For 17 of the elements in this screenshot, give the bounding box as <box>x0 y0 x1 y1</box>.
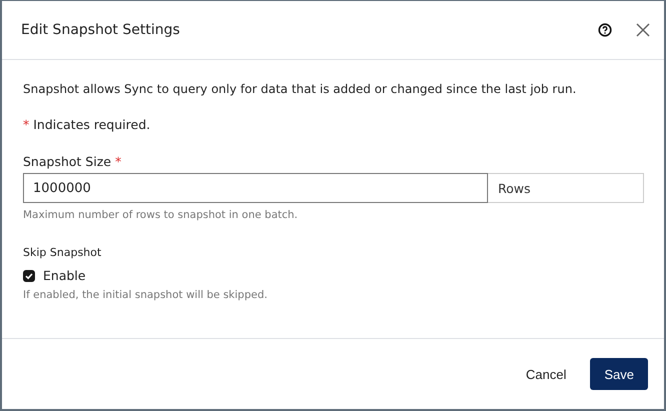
field-label: Snapshot Size <box>23 154 112 169</box>
dialog-title: Edit Snapshot Settings <box>21 22 181 38</box>
snapshot-size-field[interactable]: 1000000 <box>23 173 488 203</box>
checkbox-label[interactable]: Enable <box>43 268 86 283</box>
description-text: Snapshot allows Sync to query only for data that is added or changed since the last job run. <box>23 82 578 96</box>
unit-addon: Rows <box>488 173 644 203</box>
cancel-button[interactable]: Cancel <box>522 358 570 390</box>
required-mark: * <box>23 117 30 132</box>
section-label: Skip Snapshot <box>23 246 102 259</box>
required-mark: * <box>115 154 122 169</box>
required-note: Indicates required. <box>33 117 150 132</box>
help-icon[interactable] <box>598 23 612 37</box>
help-text: If enabled, the initial snapshot will be skipped. <box>23 289 268 301</box>
save-button[interactable]: Save <box>590 358 648 390</box>
help-text: Maximum number of rows to snapshot in one batch. <box>23 209 299 221</box>
close-icon[interactable] <box>636 23 650 37</box>
checkbox[interactable] <box>23 270 35 282</box>
